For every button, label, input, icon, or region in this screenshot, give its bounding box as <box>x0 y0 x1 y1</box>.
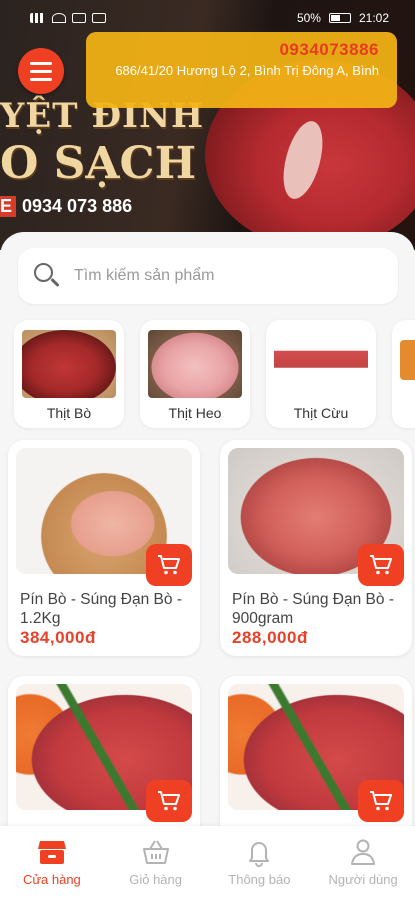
user-icon <box>351 839 376 865</box>
category-lamb[interactable]: Thịt Cừu <box>266 320 376 428</box>
nav-user[interactable]: Người dùng <box>313 836 413 887</box>
product-card[interactable]: Pín Bò - Súng Đạn Bò - 1.2Kg 384,000đ <box>8 440 200 656</box>
bottom-navigation: Cửa hàng Giỏ hàng Thông báo Người dùng <box>0 826 415 900</box>
status-bar: 50% 21:02 <box>0 0 415 36</box>
nav-label: Người dùng <box>328 872 398 887</box>
brand-phone: E 0934 073 886 <box>0 196 132 217</box>
battery-percent: 50% <box>296 11 321 25</box>
basket-icon <box>142 840 169 864</box>
product-price: 384,000đ <box>20 628 96 647</box>
nav-label: Cửa hàng <box>22 872 81 887</box>
nav-label: Giỏ hàng <box>129 872 182 887</box>
product-name: Pín Bò - Súng Đạn Bò - 900gram <box>232 591 394 627</box>
wifi-icon <box>52 13 66 23</box>
main-content: Thịt Bò Thịt Heo Thịt Cừu Pín Bò - Súng … <box>0 232 415 832</box>
product-price: 288,000đ <box>232 628 308 647</box>
signal-icon <box>30 13 46 23</box>
product-card[interactable]: Pín Bò - Súng Đạn Bò - 900gram 288,000đ <box>220 440 412 656</box>
contact-address: 686/41/20 Hương Lộ 2, Bình Trị Đông A, B… <box>115 63 379 78</box>
menu-button[interactable] <box>18 48 64 94</box>
bell-icon <box>249 842 270 867</box>
category-label: Thịt Bò <box>46 405 92 421</box>
hamburger-icon <box>30 61 52 65</box>
category-list: Thịt Bò Thịt Heo Thịt Cừu <box>14 320 415 428</box>
add-to-cart-button[interactable] <box>358 544 404 586</box>
search-icon <box>34 263 60 289</box>
contact-phone[interactable]: 0934073886 <box>86 40 379 60</box>
pork-category-image <box>148 330 242 398</box>
add-to-cart-button[interactable] <box>358 780 404 822</box>
hamburger-icon-bar <box>30 69 52 73</box>
search-bar[interactable] <box>18 248 398 304</box>
contact-card: 0934073886 686/41/20 Hương Lộ 2, Bình Tr… <box>86 32 397 108</box>
battery-icon <box>328 13 351 23</box>
clock: 21:02 <box>358 11 389 25</box>
cart-icon <box>158 791 180 811</box>
cart-icon <box>158 555 180 575</box>
category-more-image <box>400 340 415 380</box>
category-more[interactable] <box>392 320 415 428</box>
gallery-icon <box>92 13 106 23</box>
search-input[interactable] <box>74 267 374 285</box>
add-to-cart-button[interactable] <box>146 544 192 586</box>
hamburger-icon-bar <box>30 77 52 81</box>
add-to-cart-button[interactable] <box>146 780 192 822</box>
cart-icon <box>370 791 392 811</box>
beef-category-image <box>22 330 116 398</box>
nav-cart[interactable]: Giỏ hàng <box>106 836 206 887</box>
category-pork[interactable]: Thịt Heo <box>140 320 250 428</box>
nav-label: Thông báo <box>228 872 291 887</box>
product-card[interactable] <box>8 676 200 832</box>
category-label: Thịt Heo <box>168 405 222 421</box>
nav-store[interactable]: Cửa hàng <box>2 836 102 887</box>
product-card[interactable] <box>220 676 412 832</box>
nav-notifications[interactable]: Thông báo <box>209 836 309 887</box>
brand-name-line2: O SẠCH <box>0 138 197 189</box>
store-icon <box>37 841 66 864</box>
category-beef[interactable]: Thịt Bò <box>14 320 124 428</box>
lamb-category-image <box>274 330 368 398</box>
product-name: Pín Bò - Súng Đạn Bò - 1.2Kg <box>20 591 182 627</box>
cart-icon <box>370 555 392 575</box>
category-label: Thịt Cừu <box>293 405 349 421</box>
notification-icon <box>72 13 86 23</box>
